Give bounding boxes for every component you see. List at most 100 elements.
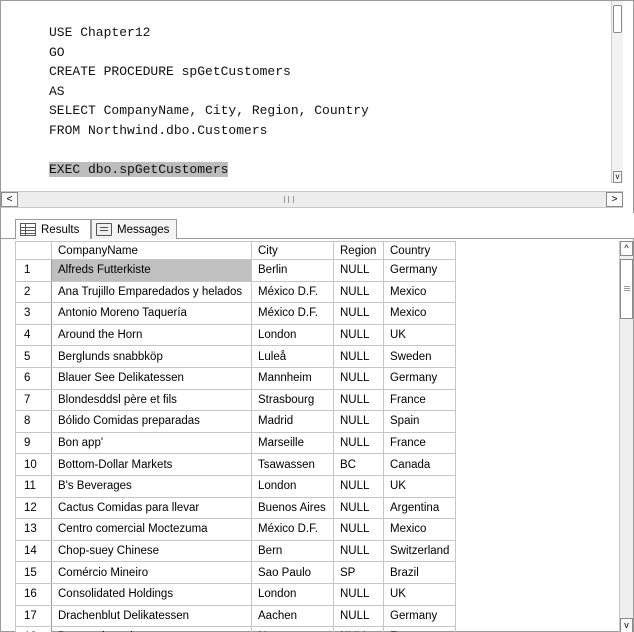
row-number[interactable]: 8 bbox=[15, 410, 52, 433]
table-row[interactable]: 5 Berglunds snabbköp Luleå NULL Sweden bbox=[15, 345, 457, 368]
editor-vscroll-thumb[interactable] bbox=[613, 5, 622, 33]
cell-city[interactable]: México D.F. bbox=[251, 280, 334, 304]
row-number[interactable]: 18 bbox=[15, 626, 52, 632]
cell-city[interactable]: Buenos Aires bbox=[251, 496, 334, 520]
cell-companyname[interactable]: Chop-suey Chinese bbox=[51, 539, 252, 563]
table-row[interactable]: 13 Centro comercial Moctezuma México D.F. N… bbox=[15, 518, 457, 541]
cell-region[interactable]: NULL bbox=[333, 410, 384, 433]
cell-city[interactable]: Marseille bbox=[251, 431, 334, 455]
scroll-left-icon[interactable]: < bbox=[1, 192, 18, 207]
row-number[interactable]: 15 bbox=[15, 561, 52, 584]
cell-country[interactable]: Germany bbox=[382, 604, 457, 628]
cell-city[interactable]: Aachen bbox=[251, 604, 334, 628]
table-row[interactable]: 6 Blauer See Delikatessen Mannheim NULL Germ… bbox=[15, 366, 457, 390]
table-row[interactable]: 18Du monde entierNantesNULLFrance bbox=[15, 626, 457, 632]
code-line[interactable]: AS bbox=[49, 82, 369, 102]
cell-country[interactable]: Germany bbox=[382, 259, 457, 282]
cell-companyname[interactable]: Berglunds snabbköp bbox=[51, 345, 252, 368]
cell-country[interactable]: UK bbox=[382, 323, 457, 347]
code-line[interactable]: USE Chapter12 bbox=[49, 23, 369, 43]
code-line[interactable]: EXEC dbo.spGetCustomers bbox=[49, 160, 369, 180]
editor-scroll-down-icon[interactable]: v bbox=[613, 171, 622, 183]
sql-editor[interactable]: USE Chapter12 GO CREATE PROCEDURE spGetCus… bbox=[1, 1, 623, 183]
row-number[interactable]: 7 bbox=[15, 388, 52, 412]
tab-results[interactable]: Results bbox=[15, 219, 91, 239]
column-header-region[interactable]: Region bbox=[333, 241, 384, 260]
cell-country[interactable]: Mexico bbox=[382, 302, 457, 325]
cell-region[interactable]: NULL bbox=[333, 496, 384, 520]
table-row[interactable]: 10 Bottom-Dollar Markets Tsawassen BC Canada bbox=[15, 453, 457, 476]
editor-vertical-scrollbar[interactable]: v bbox=[611, 1, 623, 183]
cell-country[interactable]: Brazil bbox=[382, 561, 457, 584]
table-row[interactable]: 17 Drachenblut Delikatessen Aachen NULL Germ… bbox=[15, 604, 457, 628]
editor-horizontal-scrollbar[interactable]: < > bbox=[1, 191, 623, 208]
code-area[interactable]: USE Chapter12 GO CREATE PROCEDURE spGetCus… bbox=[49, 23, 369, 179]
table-row[interactable]: 15 Comércio Mineiro Sao Paulo SP Brazil bbox=[15, 561, 457, 584]
row-number[interactable]: 16 bbox=[15, 582, 52, 606]
scroll-right-icon[interactable]: > bbox=[606, 192, 623, 207]
row-number[interactable]: 2 bbox=[15, 280, 52, 304]
cell-country[interactable]: Mexico bbox=[382, 518, 457, 541]
table-row[interactable]: 14 Chop-suey Chinese Bern NULL Switzerland bbox=[15, 539, 457, 563]
cell-city[interactable]: Berlin bbox=[251, 259, 334, 282]
row-number[interactable]: 4 bbox=[15, 323, 52, 347]
code-line[interactable]: CREATE PROCEDURE spGetCustomers bbox=[49, 62, 369, 82]
cell-region[interactable]: NULL bbox=[333, 280, 384, 304]
cell-companyname[interactable]: Cactus Comidas para llevar bbox=[51, 496, 252, 520]
cell-companyname[interactable]: Ana Trujillo Emparedados y helados bbox=[51, 280, 252, 304]
scroll-up-icon[interactable]: ^ bbox=[620, 241, 633, 256]
table-row[interactable]: 4 Around the Horn London NULL UK bbox=[15, 323, 457, 347]
cell-city[interactable]: México D.F. bbox=[251, 518, 334, 541]
cell-country[interactable]: Switzerland bbox=[382, 539, 457, 563]
row-number[interactable]: 1 bbox=[15, 259, 52, 282]
cell-companyname[interactable]: Blondesddsl père et fils bbox=[51, 388, 252, 412]
cell-city[interactable]: Sao Paulo bbox=[251, 561, 334, 584]
cell-city[interactable]: Nantes bbox=[251, 626, 334, 632]
code-line[interactable]: SELECT CompanyName, City, Region, Countr… bbox=[49, 101, 369, 121]
cell-country[interactable]: France bbox=[382, 431, 457, 455]
cell-city[interactable]: Strasbourg bbox=[251, 388, 334, 412]
cell-country[interactable]: Sweden bbox=[382, 345, 457, 368]
cell-companyname[interactable]: Blauer See Delikatessen bbox=[51, 366, 252, 390]
cell-companyname[interactable]: Bon app' bbox=[51, 431, 252, 455]
cell-companyname[interactable]: Bólido Comidas preparadas bbox=[51, 410, 252, 433]
cell-region[interactable]: NULL bbox=[333, 388, 384, 412]
table-row[interactable]: 8 Bólido Comidas preparadas Madrid NULL Spai… bbox=[15, 410, 457, 433]
cell-companyname[interactable]: Centro comercial Moctezuma bbox=[51, 518, 252, 541]
cell-companyname[interactable]: Antonio Moreno Taquería bbox=[51, 302, 252, 325]
grid-corner[interactable] bbox=[15, 241, 52, 260]
cell-country[interactable]: France bbox=[382, 388, 457, 412]
table-row[interactable]: 3 Antonio Moreno Taquería México D.F. NULL M… bbox=[15, 302, 457, 325]
code-line[interactable]: GO bbox=[49, 43, 369, 63]
cell-companyname[interactable]: Bottom-Dollar Markets bbox=[51, 453, 252, 476]
cell-country[interactable]: Mexico bbox=[382, 280, 457, 304]
tab-messages[interactable]: Messages bbox=[91, 219, 177, 239]
cell-city[interactable]: Mannheim bbox=[251, 366, 334, 390]
code-line[interactable]: FROM Northwind.dbo.Customers bbox=[49, 121, 369, 141]
cell-city[interactable]: Luleå bbox=[251, 345, 334, 368]
results-grid[interactable]: CompanyName City Region Country 1 Alfreds… bbox=[15, 241, 621, 632]
table-row[interactable]: 16 Consolidated Holdings London NULL UK bbox=[15, 582, 457, 606]
cell-companyname[interactable]: Du monde entier bbox=[51, 626, 252, 632]
table-row[interactable]: 12 Cactus Comidas para llevar Buenos Aires… bbox=[15, 496, 457, 520]
column-header-country[interactable]: Country bbox=[382, 241, 457, 260]
row-number[interactable]: 6 bbox=[15, 366, 52, 390]
cell-region[interactable]: NULL bbox=[333, 302, 384, 325]
scroll-down-icon[interactable]: v bbox=[620, 618, 633, 632]
cell-country[interactable]: Spain bbox=[382, 410, 457, 433]
column-header-companyname[interactable]: CompanyName bbox=[51, 241, 252, 260]
cell-city[interactable]: Madrid bbox=[251, 410, 334, 433]
cell-city[interactable]: Bern bbox=[251, 539, 334, 563]
cell-companyname[interactable]: Consolidated Holdings bbox=[51, 582, 252, 606]
cell-region[interactable]: NULL bbox=[333, 259, 384, 282]
column-header-city[interactable]: City bbox=[251, 241, 334, 260]
cell-region[interactable]: NULL bbox=[333, 431, 384, 455]
cell-city[interactable]: México D.F. bbox=[251, 302, 334, 325]
cell-country[interactable]: Germany bbox=[382, 366, 457, 390]
cell-companyname[interactable]: Around the Horn bbox=[51, 323, 252, 347]
cell-companyname[interactable]: B's Beverages bbox=[51, 474, 252, 498]
cell-region[interactable]: NULL bbox=[333, 366, 384, 390]
cell-region[interactable]: NULL bbox=[333, 474, 384, 498]
cell-city[interactable]: London bbox=[251, 474, 334, 498]
table-row[interactable]: 2 Ana Trujillo Emparedados y helados Méxic… bbox=[15, 280, 457, 304]
